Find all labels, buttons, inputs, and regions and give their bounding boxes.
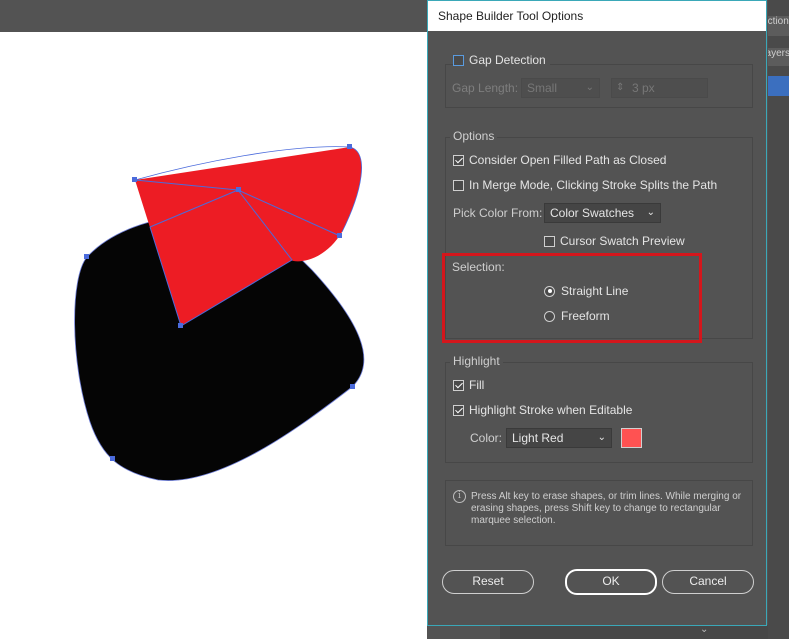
highlight-stroke-label: Highlight Stroke when Editable [469, 403, 633, 417]
pick-color-row: Pick Color From: [453, 206, 542, 220]
gap-detection-toggle[interactable]: Gap Detection [453, 53, 550, 67]
cursor-swatch-preview-label: Cursor Swatch Preview [560, 234, 685, 248]
artboard-canvas[interactable] [0, 32, 427, 639]
cursor-swatch-preview-toggle[interactable]: Cursor Swatch Preview [544, 234, 685, 248]
ok-button[interactable]: OK [565, 569, 657, 595]
panel-tab-layers[interactable]: Layers [768, 48, 789, 66]
gap-length-value: Small [527, 81, 558, 95]
pick-color-value: Color Swatches [550, 206, 635, 220]
dialog-title[interactable]: Shape Builder Tool Options [428, 1, 766, 31]
chevron-down-icon: ⌄ [646, 207, 655, 218]
pick-color-select[interactable]: Color Swatches ⌄ [544, 203, 661, 223]
consider-open-filled-label: Consider Open Filled Path as Closed [469, 153, 667, 167]
pick-color-label: Pick Color From: [453, 206, 543, 220]
info-icon: i [453, 490, 466, 503]
highlight-color-swatch[interactable] [621, 428, 642, 448]
panel-tab-selected[interactable] [768, 76, 789, 96]
info-text: Press Alt key to erase shapes, or trim l… [471, 491, 742, 526]
consider-open-filled-toggle[interactable]: Consider Open Filled Path as Closed [453, 153, 666, 167]
highlight-color-select[interactable]: Light Red ⌄ [506, 428, 612, 448]
panel-tab-label: Actions [768, 16, 789, 27]
anchor-point [350, 384, 355, 389]
right-panel-strip: Actions Layers [768, 0, 789, 639]
gap-length-label: Gap Length: [452, 81, 519, 95]
options-legend: Options [450, 129, 498, 143]
anchor-point [347, 144, 352, 149]
stepper-icon[interactable]: ⇕ [616, 79, 624, 97]
color-row: Color: [470, 431, 502, 445]
panel-tab-actions[interactable]: Actions [768, 16, 789, 36]
anchor-point [110, 456, 115, 461]
chevron-down-icon: ⌄ [597, 432, 606, 443]
anchor-point [178, 323, 183, 328]
gap-custom-input[interactable]: ⇕ 3 px [611, 78, 708, 98]
anchor-point [132, 177, 137, 182]
merge-mode-split-label: In Merge Mode, Clicking Stroke Splits th… [469, 178, 718, 192]
artwork [74, 144, 365, 481]
merge-mode-split-checkbox[interactable] [453, 179, 464, 191]
selection-annotation-box [442, 253, 702, 343]
highlight-stroke-checkbox[interactable] [453, 404, 464, 416]
gap-length-row: Gap Length: [452, 81, 518, 95]
fill-checkbox[interactable] [453, 379, 464, 391]
fill-toggle[interactable]: Fill [453, 378, 484, 392]
anchor-point [236, 187, 241, 192]
gap-custom-value: 3 px [632, 81, 655, 95]
highlight-color-value: Light Red [512, 431, 564, 445]
anchor-point [337, 233, 342, 238]
merge-mode-split-toggle[interactable]: In Merge Mode, Clicking Stroke Splits th… [453, 178, 717, 192]
consider-open-filled-checkbox[interactable] [453, 154, 464, 166]
gap-detection-label: Gap Detection [469, 53, 546, 67]
cursor-swatch-preview-checkbox[interactable] [544, 235, 555, 247]
reset-button[interactable]: Reset [442, 570, 534, 594]
bottom-panel-edge [500, 625, 768, 639]
chevron-down-icon: ⌄ [585, 82, 594, 93]
gap-length-select[interactable]: Small ⌄ [521, 78, 600, 98]
panel-tab-label: Layers [768, 48, 789, 59]
fill-label: Fill [469, 378, 485, 392]
highlight-legend: Highlight [450, 354, 503, 368]
highlight-stroke-toggle[interactable]: Highlight Stroke when Editable [453, 403, 632, 417]
color-label: Color: [470, 431, 503, 445]
cancel-button[interactable]: Cancel [662, 570, 754, 594]
gap-detection-checkbox[interactable] [453, 54, 464, 66]
anchor-point [84, 254, 89, 259]
